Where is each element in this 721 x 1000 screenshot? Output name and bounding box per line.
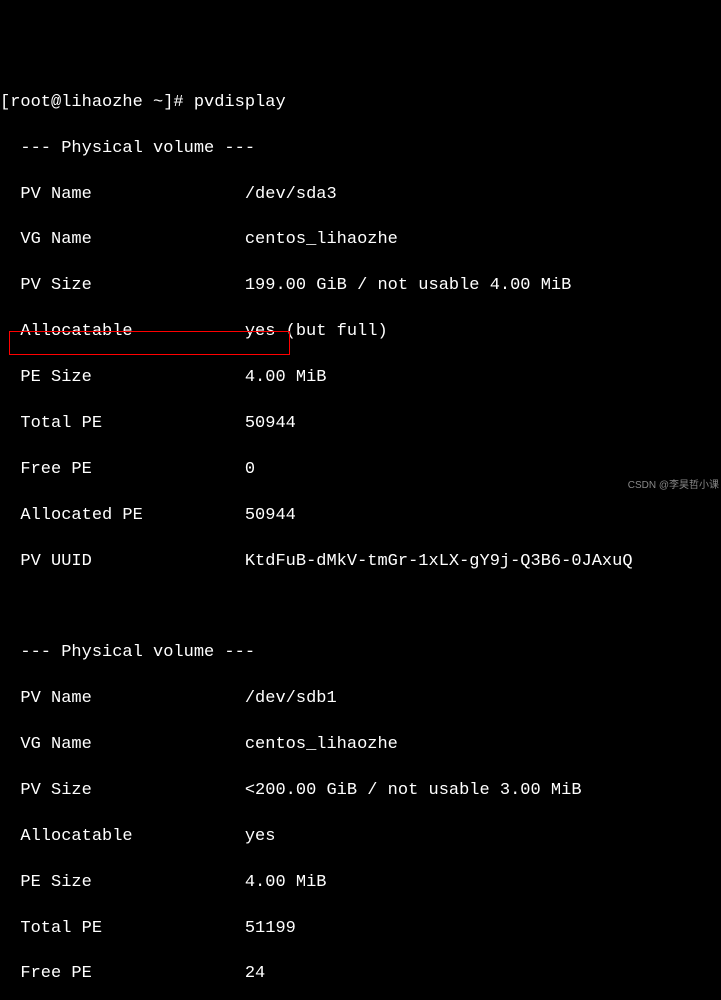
- pv1-pvsize-value: 199.00 GiB / not usable 4.00 MiB: [245, 276, 571, 295]
- pv1-totalpe-value: 50944: [245, 414, 296, 433]
- pv1-totalpe-label: Total PE: [0, 414, 102, 433]
- pv2-pvsize-label: PV Size: [0, 781, 92, 800]
- pv2-pesize-value: 4.00 MiB: [245, 873, 327, 892]
- pv2-pesize-row: PE Size 4.00 MiB: [0, 872, 721, 895]
- pv1-pesize-label: PE Size: [0, 368, 92, 387]
- pv1-freepe-label: Free PE: [0, 460, 92, 479]
- pv1-name-value: /dev/sda3: [245, 185, 337, 204]
- pv1-pesize-row: PE Size 4.00 MiB: [0, 367, 721, 390]
- pv1-pvsize-label: PV Size: [0, 276, 92, 295]
- pv1-header: --- Physical volume ---: [0, 138, 721, 161]
- pv1-allocatable-row: Allocatable yes (but full): [0, 321, 721, 344]
- pv1-vgname-row: VG Name centos_lihaozhe: [0, 229, 721, 252]
- watermark-text: CSDN @李昊哲小课: [628, 479, 719, 493]
- pv1-allocatedpe-row: Allocated PE 50944: [0, 505, 721, 528]
- blank-row: [0, 596, 721, 619]
- pv1-allocatedpe-value: 50944: [245, 506, 296, 525]
- pv2-freepe-value: 24: [245, 964, 265, 983]
- pv2-totalpe-value: 51199: [245, 919, 296, 938]
- pv1-vgname-label: VG Name: [0, 230, 92, 249]
- pv2-pvsize-row: PV Size <200.00 GiB / not usable 3.00 Mi…: [0, 780, 721, 803]
- pv1-uuid-row: PV UUID KtdFuB-dMkV-tmGr-1xLX-gY9j-Q3B6-…: [0, 551, 721, 574]
- pv2-vgname-value: centos_lihaozhe: [245, 735, 398, 754]
- pv2-name-row: PV Name /dev/sdb1: [0, 688, 721, 711]
- pv1-pesize-value: 4.00 MiB: [245, 368, 327, 387]
- terminal-prompt: [root@lihaozhe ~]# pvdisplay: [0, 92, 721, 115]
- pv2-allocatable-value: yes: [245, 827, 276, 846]
- pv2-vgname-row: VG Name centos_lihaozhe: [0, 734, 721, 757]
- pv2-totalpe-label: Total PE: [0, 919, 102, 938]
- pv1-allocatable-label: Allocatable: [0, 322, 133, 341]
- pv1-allocatable-value: yes (but full): [245, 322, 388, 341]
- pv2-allocatable-row: Allocatable yes: [0, 826, 721, 849]
- pv2-freepe-label: Free PE: [0, 964, 92, 983]
- pv1-vgname-value: centos_lihaozhe: [245, 230, 398, 249]
- pv1-freepe-value: 0: [245, 460, 255, 479]
- pv2-pesize-label: PE Size: [0, 873, 92, 892]
- pv1-pvsize-row: PV Size 199.00 GiB / not usable 4.00 MiB: [0, 275, 721, 298]
- pv2-pvsize-value: <200.00 GiB / not usable 3.00 MiB: [245, 781, 582, 800]
- pv2-vgname-label: VG Name: [0, 735, 92, 754]
- pv1-name-label: PV Name: [0, 185, 92, 204]
- pv1-allocatedpe-label: Allocated PE: [0, 506, 143, 525]
- pv2-freepe-row: Free PE 24: [0, 963, 721, 986]
- pv1-freepe-row: Free PE 0: [0, 459, 721, 482]
- pv2-name-label: PV Name: [0, 689, 92, 708]
- pv2-header: --- Physical volume ---: [0, 642, 721, 665]
- pv2-name-value: /dev/sdb1: [245, 689, 337, 708]
- pv2-totalpe-row: Total PE 51199: [0, 918, 721, 941]
- pv1-uuid-label: PV UUID: [0, 552, 92, 571]
- pv1-name-row: PV Name /dev/sda3: [0, 184, 721, 207]
- pv1-uuid-value: KtdFuB-dMkV-tmGr-1xLX-gY9j-Q3B6-0JAxuQ: [245, 552, 633, 571]
- pv1-totalpe-row: Total PE 50944: [0, 413, 721, 436]
- pv2-allocatable-label: Allocatable: [0, 827, 133, 846]
